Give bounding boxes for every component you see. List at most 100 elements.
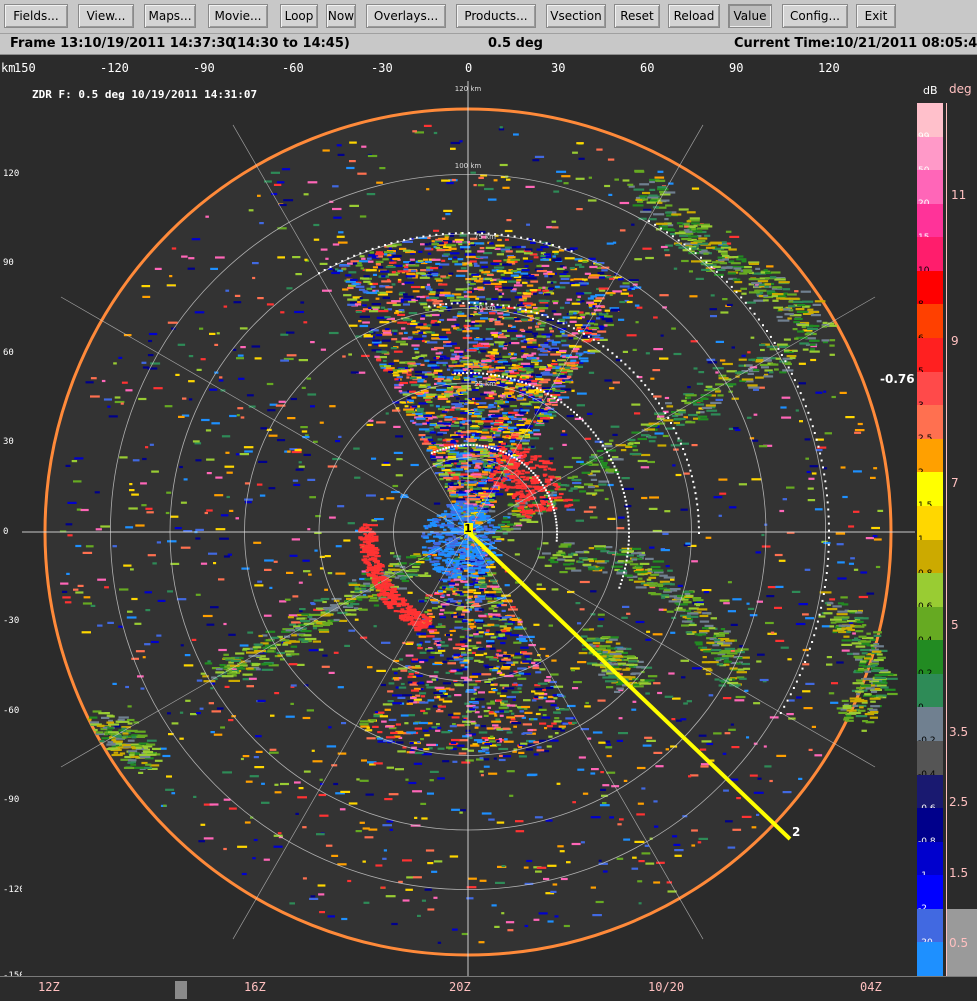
radar-echo (787, 658, 792, 661)
radar-echo (464, 561, 471, 564)
radar-echo (373, 762, 383, 765)
radar-echo (166, 491, 172, 494)
radar-echo (624, 487, 634, 490)
radar-echo (307, 478, 316, 481)
radar-echo (228, 633, 236, 636)
radar-echo (837, 561, 845, 564)
radar-echo (636, 306, 643, 309)
radar-echo (433, 860, 443, 863)
radar-echo (453, 482, 457, 485)
radar-echo (522, 388, 527, 391)
radar-echo (591, 768, 599, 771)
radar-echo (439, 428, 449, 432)
radar-echo (521, 269, 530, 272)
radar-echo (332, 207, 342, 211)
radar-echo (481, 487, 489, 490)
radar-echo (751, 439, 759, 442)
radar-echo (460, 548, 466, 551)
radar-echo (527, 341, 533, 344)
radar-echo (142, 656, 146, 659)
view-button[interactable]: View... (78, 4, 134, 28)
radar-echo (469, 625, 477, 628)
movie-button[interactable]: Movie... (208, 4, 268, 28)
radar-echo (598, 618, 605, 621)
radar-echo (435, 405, 440, 408)
radar-echo (506, 397, 514, 401)
radar-echo (497, 407, 501, 410)
radar-echo (331, 854, 339, 857)
reload-button[interactable]: Reload (668, 4, 720, 28)
radar-echo (652, 369, 661, 372)
radar-echo (485, 597, 493, 600)
radar-echo (62, 596, 71, 599)
radar-echo (458, 752, 467, 755)
reset-button[interactable]: Reset (614, 4, 660, 28)
radar-echo (485, 328, 496, 331)
value-button[interactable]: Value (728, 4, 772, 28)
radar-echo (464, 378, 470, 381)
radar-echo (550, 399, 556, 402)
products-button[interactable]: Products... (456, 4, 536, 28)
radar-echo (734, 699, 745, 702)
radar-echo (426, 612, 433, 616)
radar-echo (600, 327, 604, 330)
radar-echo (416, 407, 425, 411)
radar-echo (331, 764, 338, 767)
radar-echo (423, 380, 427, 383)
radar-echo (208, 552, 218, 555)
radar-echo (681, 676, 686, 679)
radar-echo (410, 419, 415, 423)
x-tick: 60 (640, 61, 655, 75)
exit-button[interactable]: Exit (856, 4, 896, 28)
radar-echo (73, 480, 82, 483)
config-button[interactable]: Config... (782, 4, 848, 28)
radar-echo (488, 691, 496, 694)
radar-echo (425, 419, 430, 422)
radar-echo (644, 844, 649, 847)
radar-ppi-display[interactable]: 1 2 ZDR F: 0.5 deg 10/19/2011 14:31:07 -… (22, 81, 915, 976)
radar-echo (222, 771, 232, 774)
radar-echo (601, 269, 608, 272)
overlays-button[interactable]: Overlays... (366, 4, 446, 28)
radar-echo (179, 737, 184, 740)
radar-echo (741, 354, 746, 357)
radar-echo (482, 470, 488, 474)
radar-echo (148, 332, 158, 336)
radar-echo (450, 349, 454, 352)
loop-button[interactable]: Loop (280, 4, 318, 28)
radar-echo (290, 702, 294, 705)
radar-echo (274, 692, 280, 695)
radar-echo (449, 629, 456, 632)
maps-button[interactable]: Maps... (144, 4, 196, 28)
radar-echo (337, 241, 348, 244)
radar-echo (618, 318, 625, 321)
radar-echo (427, 862, 434, 865)
radar-echo (495, 244, 505, 247)
now-button[interactable]: Now (326, 4, 356, 28)
radar-echo (435, 246, 441, 249)
radar-echo (392, 668, 399, 671)
radar-echo (407, 362, 416, 365)
fields-button[interactable]: Fields... (4, 4, 68, 28)
vsection-button[interactable]: Vsection (546, 4, 606, 28)
radar-echo (319, 262, 328, 265)
radar-echo (565, 380, 572, 383)
radar-echo (569, 267, 575, 270)
radar-echo (840, 466, 846, 469)
radar-echo (417, 323, 424, 326)
radar-echo (426, 649, 435, 652)
radar-echo (268, 434, 278, 437)
radar-echo (395, 723, 401, 726)
radar-echo (469, 675, 479, 678)
radar-echo (489, 735, 494, 738)
radar-echo (779, 509, 785, 513)
radar-echo (397, 280, 402, 283)
radar-echo (179, 465, 183, 469)
radar-echo (502, 727, 510, 730)
radar-echo (479, 247, 485, 250)
radar-echo (653, 348, 663, 351)
radar-echo (218, 379, 224, 382)
radar-echo (432, 323, 440, 326)
radar-echo (566, 298, 573, 301)
ppi-canvas[interactable]: 1 2 ZDR F: 0.5 deg 10/19/2011 14:31:07 -… (22, 81, 915, 976)
